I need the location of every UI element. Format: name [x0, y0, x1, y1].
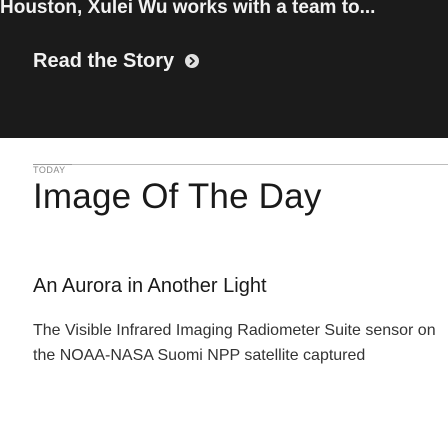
- read-story-label: Read the Story: [33, 50, 175, 72]
- page-title: Image Of The Day: [33, 177, 322, 216]
- arrow-circle-right-icon: [184, 53, 200, 69]
- read-story-link[interactable]: Read the Story: [33, 48, 200, 74]
- hero-banner: Houston, Xulei Wu works with a team to..…: [0, 0, 448, 138]
- story-summary: The Visible Infrared Imaging Radiometer …: [33, 322, 436, 364]
- story-title-link[interactable]: An Aurora in Another Light: [33, 273, 267, 299]
- hero-teaser-line: Houston, Xulei Wu works with a team to..…: [0, 0, 376, 18]
- section-divider: [33, 164, 448, 165]
